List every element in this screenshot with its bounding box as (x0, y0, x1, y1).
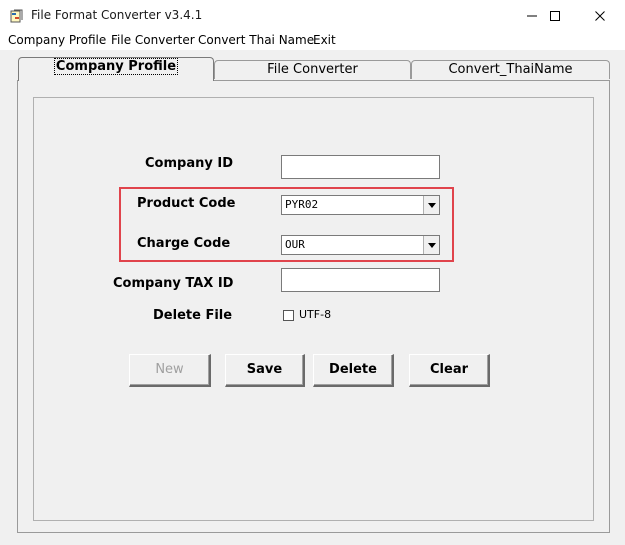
menu-exit[interactable]: Exit (313, 33, 336, 47)
menu-convert-thai-name[interactable]: Convert Thai Name (198, 33, 314, 47)
maximize-button[interactable] (532, 0, 578, 32)
company-tax-id-input[interactable] (281, 268, 440, 292)
menu-file-converter[interactable]: File Converter (111, 33, 195, 47)
close-button[interactable] (577, 0, 623, 32)
charge-code-label: Charge Code (137, 236, 231, 251)
app-icon (9, 8, 25, 24)
tab-label: File Converter (267, 62, 358, 77)
clear-button[interactable]: Clear (409, 354, 490, 387)
charge-code-value: OUR (285, 238, 305, 251)
tab-label: Company Profile (53, 58, 179, 75)
delete-button[interactable]: Delete (313, 354, 394, 387)
save-button[interactable]: Save (225, 354, 305, 387)
utf8-checkbox[interactable] (283, 310, 294, 321)
product-code-select[interactable]: PYR02 (281, 195, 440, 215)
company-id-input[interactable] (281, 155, 440, 179)
company-tax-id-label: Company TAX ID (113, 276, 234, 291)
new-button[interactable]: New (129, 354, 211, 387)
charge-code-select[interactable]: OUR (281, 235, 440, 255)
chevron-down-icon[interactable] (423, 196, 439, 214)
tab-label: Convert_ThaiName (448, 62, 573, 77)
menu-bar: Company Profile File Converter Convert T… (0, 32, 625, 50)
window-title: File Format Converter v3.4.1 (31, 8, 203, 22)
tab-company-profile[interactable]: Company Profile (18, 57, 214, 81)
delete-file-label: Delete File (153, 308, 233, 323)
title-bar: File Format Converter v3.4.1 (0, 0, 625, 32)
tab-file-converter[interactable]: File Converter (214, 60, 411, 79)
utf8-checkbox-label: UTF-8 (299, 308, 332, 321)
product-code-label: Product Code (137, 196, 236, 211)
menu-company-profile[interactable]: Company Profile (8, 33, 106, 47)
product-code-value: PYR02 (285, 198, 319, 211)
company-id-label: Company ID (145, 156, 233, 171)
chevron-down-icon[interactable] (423, 236, 439, 254)
tab-convert-thainame[interactable]: Convert_ThaiName (411, 60, 610, 79)
